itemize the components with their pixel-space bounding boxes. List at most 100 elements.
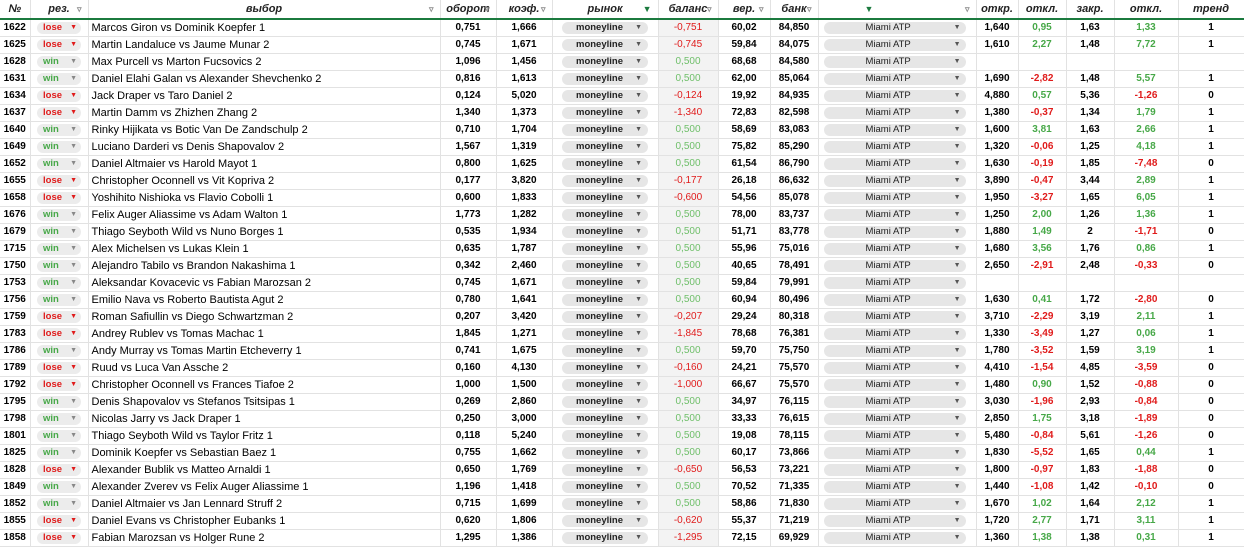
cell-selection[interactable]: Andy Murray vs Tomas Martin Etcheverry 1 [88,342,441,360]
table-row[interactable]: 1786 win ▼ Andy Murray vs Tomas Martin Etch… [0,342,1244,360]
cell-bank[interactable]: 80,318 [770,308,819,326]
cell-selection[interactable]: Daniel Evans vs Christopher Eubanks 1 [88,512,441,530]
cell-dev1[interactable]: 2,77 [1018,512,1067,530]
market-dropdown[interactable]: moneyline ▼ [562,158,648,171]
cell-open[interactable]: 1,640 [975,19,1019,37]
result-dropdown[interactable]: win ▼ [37,413,81,426]
cell-balance[interactable]: 0,500 [658,274,719,292]
cell-coef[interactable]: 1,666 [496,19,553,37]
table-row[interactable]: 1637 lose ▼ Martin Damm vs Zhizhen Zhang 21… [0,104,1244,122]
cell-close[interactable] [1066,53,1115,71]
cell-dev1[interactable]: -0,37 [1018,104,1067,122]
cell-num[interactable]: 1795 [0,393,31,411]
cell-market[interactable]: moneyline ▼ [552,19,659,37]
cell-turnover[interactable]: 0,250 [440,410,497,428]
cell-coef[interactable]: 1,373 [496,104,553,122]
cell-trend[interactable]: 0 [1178,257,1244,275]
cell-bank[interactable]: 71,830 [770,495,819,513]
tournament-dropdown[interactable]: Miami ATP ▼ [823,430,966,443]
cell-num[interactable]: 1715 [0,240,31,258]
cell-dev2[interactable]: -1,88 [1114,461,1179,479]
tournament-dropdown[interactable]: Miami ATP ▼ [823,464,966,477]
cell-tournament[interactable]: Miami ATP ▼ [818,257,977,275]
tournament-dropdown[interactable]: Miami ATP ▼ [823,532,966,545]
header-bank[interactable]: банк ▿ [770,0,819,20]
cell-open[interactable]: 3,030 [975,393,1019,411]
cell-dev1[interactable]: -2,29 [1018,308,1067,326]
cell-market[interactable]: moneyline ▼ [552,410,659,428]
cell-tournament[interactable]: Miami ATP ▼ [818,172,977,190]
filter-funnel-icon[interactable]: ▿ [541,0,546,17]
cell-turnover[interactable]: 0,177 [440,172,497,190]
cell-turnover[interactable]: 0,755 [440,444,497,462]
cell-num[interactable]: 1828 [0,461,31,479]
cell-turnover[interactable]: 0,800 [440,155,497,173]
cell-result[interactable]: win ▼ [30,427,89,445]
cell-num[interactable]: 1798 [0,410,31,428]
cell-dev2[interactable]: 5,57 [1114,70,1179,88]
cell-turnover[interactable]: 0,118 [440,427,497,445]
cell-balance[interactable]: 0,500 [658,138,719,156]
cell-trend[interactable]: 1 [1178,36,1244,54]
cell-num[interactable]: 1852 [0,495,31,513]
cell-close[interactable]: 1,27 [1066,325,1115,343]
cell-selection[interactable]: Thiago Seyboth Wild vs Taylor Fritz 1 [88,427,441,445]
cell-coef[interactable]: 1,704 [496,121,553,139]
header-turnover[interactable]: оборот ▿ [440,0,497,20]
result-dropdown[interactable]: win ▼ [37,481,81,494]
cell-probability[interactable]: 61,54 [718,155,771,173]
cell-market[interactable]: moneyline ▼ [552,240,659,258]
cell-balance[interactable]: 0,500 [658,257,719,275]
header-open[interactable]: откр. [975,0,1019,20]
cell-dev2[interactable]: 2,12 [1114,495,1179,513]
cell-market[interactable]: moneyline ▼ [552,308,659,326]
cell-close[interactable]: 1,65 [1066,444,1115,462]
result-dropdown[interactable]: win ▼ [37,141,81,154]
cell-probability[interactable]: 59,84 [718,274,771,292]
cell-dev2[interactable] [1114,274,1179,292]
cell-result[interactable]: win ▼ [30,138,89,156]
market-dropdown[interactable]: moneyline ▼ [562,345,648,358]
cell-market[interactable]: moneyline ▼ [552,274,659,292]
tournament-dropdown[interactable]: Miami ATP ▼ [823,243,966,256]
cell-selection[interactable]: Roman Safiullin vs Diego Schwartzman 2 [88,308,441,326]
cell-coef[interactable]: 5,240 [496,427,553,445]
cell-close[interactable] [1066,274,1115,292]
result-dropdown[interactable]: win ▼ [37,447,81,460]
filter-funnel-active-icon[interactable]: ▼ [865,0,874,17]
cell-selection[interactable]: Alexander Zverev vs Felix Auger Aliassim… [88,478,441,496]
cell-coef[interactable]: 3,000 [496,410,553,428]
cell-tournament[interactable]: Miami ATP ▼ [818,376,977,394]
cell-close[interactable]: 4,85 [1066,359,1115,377]
cell-open[interactable]: 3,710 [975,308,1019,326]
tournament-dropdown[interactable]: Miami ATP ▼ [823,277,966,290]
cell-close[interactable]: 1,85 [1066,155,1115,173]
header-dev2[interactable]: откл. [1114,0,1179,20]
result-dropdown[interactable]: win ▼ [37,56,81,69]
cell-dev2[interactable]: 2,66 [1114,121,1179,139]
cell-dev1[interactable]: -5,52 [1018,444,1067,462]
cell-turnover[interactable]: 0,124 [440,87,497,105]
cell-market[interactable]: moneyline ▼ [552,444,659,462]
market-dropdown[interactable]: moneyline ▼ [562,379,648,392]
table-row[interactable]: 1652 win ▼ Daniel Altmaier vs Harold Mayot … [0,155,1244,173]
cell-probability[interactable]: 59,70 [718,342,771,360]
table-row[interactable]: 1756 win ▼ Emilio Nava vs Roberto Bautista … [0,291,1244,309]
cell-dev2[interactable]: 2,11 [1114,308,1179,326]
cell-bank[interactable]: 86,632 [770,172,819,190]
cell-market[interactable]: moneyline ▼ [552,257,659,275]
cell-probability[interactable]: 68,68 [718,53,771,71]
cell-num[interactable]: 1756 [0,291,31,309]
tournament-dropdown[interactable]: Miami ATP ▼ [823,413,966,426]
cell-selection[interactable]: Felix Auger Aliassime vs Adam Walton 1 [88,206,441,224]
result-dropdown[interactable]: lose ▼ [37,379,81,392]
cell-open[interactable]: 1,830 [975,444,1019,462]
cell-balance[interactable]: -0,160 [658,359,719,377]
cell-trend[interactable] [1178,274,1244,292]
cell-bank[interactable]: 86,790 [770,155,819,173]
header-tournament[interactable]: ▼ ▿ [818,0,977,20]
cell-probability[interactable]: 60,17 [718,444,771,462]
market-dropdown[interactable]: moneyline ▼ [562,413,648,426]
cell-selection[interactable]: Nicolas Jarry vs Jack Draper 1 [88,410,441,428]
market-dropdown[interactable]: moneyline ▼ [562,56,648,69]
